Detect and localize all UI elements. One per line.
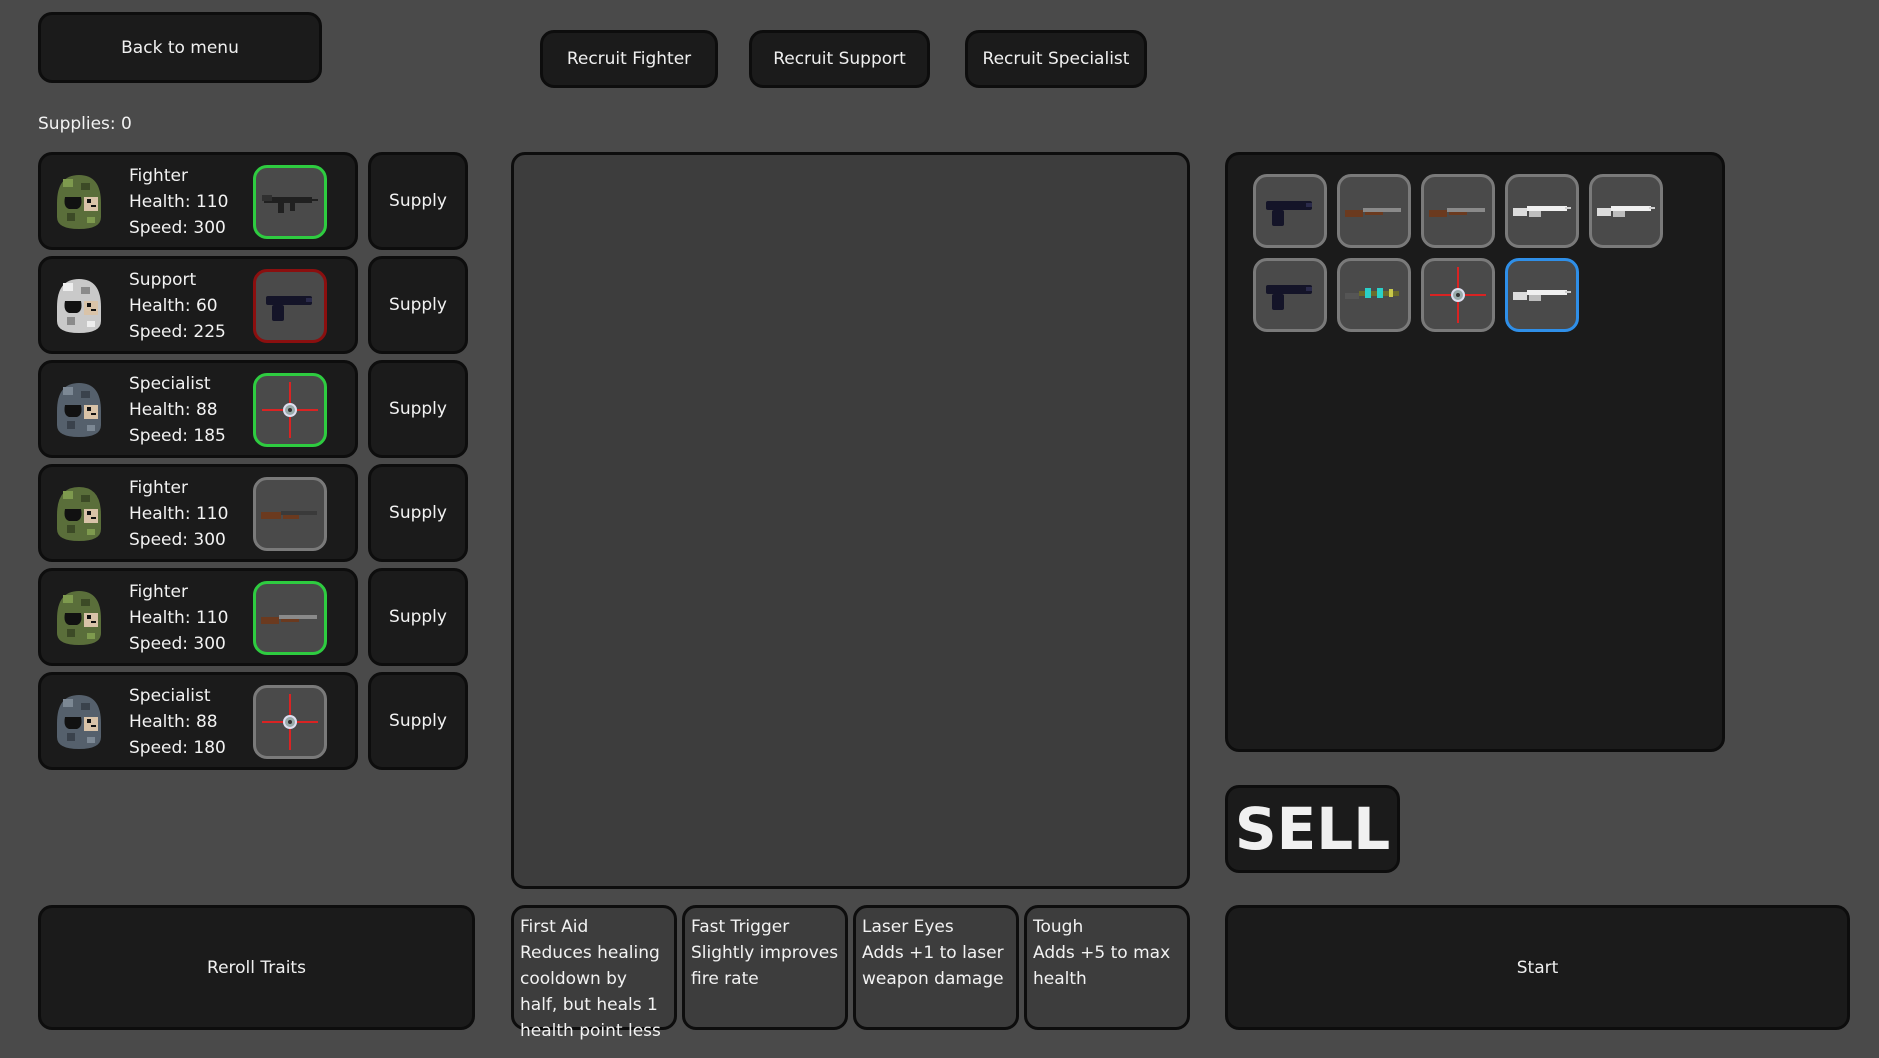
weapon-slot[interactable] <box>253 685 327 759</box>
recruit-fighter-button[interactable]: Recruit Fighter <box>540 30 718 88</box>
shotgun-icon <box>1427 199 1489 223</box>
trait-name: Laser Eyes <box>862 917 954 937</box>
trait-name: Fast Trigger <box>691 917 790 937</box>
pistol-icon <box>262 286 318 326</box>
unit-health: Health: 88 <box>129 712 218 732</box>
laser-rifle-icon <box>1343 282 1405 308</box>
unit-health: Health: 60 <box>129 296 218 316</box>
pistol-icon <box>1262 275 1318 315</box>
trait-name: Tough <box>1033 917 1084 937</box>
preview-panel <box>511 152 1190 889</box>
unit-card[interactable]: Fighter Health: 110 Speed: 300 <box>38 152 358 250</box>
unit-card[interactable]: Fighter Health: 110 Speed: 300 <box>38 464 358 562</box>
supply-button[interactable]: Supply <box>368 464 468 562</box>
pistol-icon <box>1262 191 1318 231</box>
inventory-slot[interactable] <box>1253 258 1327 332</box>
shotgun-icon <box>1343 199 1405 223</box>
trait-card: First Aid Reduces healing cooldown by ha… <box>511 905 677 1041</box>
unit-speed: Speed: 185 <box>129 426 226 446</box>
rifle-icon <box>259 502 321 526</box>
sell-button[interactable]: SELL <box>1225 785 1400 873</box>
unit-stats: Fighter Health: 110 Speed: 300 <box>129 163 228 241</box>
unit-role: Fighter <box>129 582 188 602</box>
recruit-support-button[interactable]: Recruit Support <box>749 30 930 88</box>
supply-button[interactable]: Supply <box>368 360 468 458</box>
shotgun-icon <box>259 606 321 630</box>
unit-stats: Fighter Health: 110 Speed: 300 <box>129 579 228 657</box>
helmet-avatar <box>51 169 105 235</box>
inventory-slot[interactable] <box>1421 174 1495 248</box>
supply-button[interactable]: Supply <box>368 152 468 250</box>
unit-speed: Speed: 300 <box>129 634 226 654</box>
trait-card: Tough Adds +5 to max health <box>1024 905 1190 1030</box>
unit-speed: Speed: 300 <box>129 530 226 550</box>
crosshair-icon <box>260 380 320 440</box>
helmet-avatar <box>51 377 105 443</box>
trait-description: Reduces healing cooldown by half, but he… <box>520 943 661 1041</box>
unit-role: Specialist <box>129 686 211 706</box>
helmet-avatar <box>51 689 105 755</box>
weapon-slot[interactable] <box>253 581 327 655</box>
unit-health: Health: 110 <box>129 192 229 212</box>
trait-description: Adds +5 to max health <box>1033 943 1171 989</box>
recruit-specialist-button[interactable]: Recruit Specialist <box>965 30 1147 88</box>
inventory-slot[interactable] <box>1589 174 1663 248</box>
start-button[interactable]: Start <box>1225 905 1850 1030</box>
crosshair-icon <box>260 692 320 752</box>
unit-speed: Speed: 300 <box>129 218 226 238</box>
inventory-slot[interactable] <box>1421 258 1495 332</box>
trait-name: First Aid <box>520 917 589 937</box>
trait-description: Adds +1 to laser weapon damage <box>862 943 1004 989</box>
unit-health: Health: 88 <box>129 400 218 420</box>
unit-card[interactable]: Specialist Health: 88 Speed: 185 <box>38 360 358 458</box>
trait-card: Fast Trigger Slightly improves fire rate <box>682 905 848 1030</box>
inventory-slot[interactable] <box>1337 258 1411 332</box>
inventory-slot[interactable] <box>1505 258 1579 332</box>
unit-role: Specialist <box>129 374 211 394</box>
silver-rifle-icon <box>1511 282 1573 308</box>
unit-role: Fighter <box>129 166 188 186</box>
inventory-panel <box>1225 152 1725 752</box>
supply-button[interactable]: Supply <box>368 568 468 666</box>
unit-role: Fighter <box>129 478 188 498</box>
smg-icon <box>260 187 320 217</box>
supply-button[interactable]: Supply <box>368 256 468 354</box>
silver-rifle-icon <box>1595 198 1657 224</box>
weapon-slot[interactable] <box>253 165 327 239</box>
unit-speed: Speed: 180 <box>129 738 226 758</box>
trait-card: Laser Eyes Adds +1 to laser weapon damag… <box>853 905 1019 1030</box>
weapon-slot[interactable] <box>253 269 327 343</box>
inventory-slot[interactable] <box>1505 174 1579 248</box>
unit-stats: Fighter Health: 110 Speed: 300 <box>129 475 228 553</box>
unit-stats: Support Health: 60 Speed: 225 <box>129 267 226 345</box>
unit-speed: Speed: 225 <box>129 322 226 342</box>
weapon-slot[interactable] <box>253 373 327 447</box>
unit-role: Support <box>129 270 197 290</box>
weapon-slot[interactable] <box>253 477 327 551</box>
inventory-slot[interactable] <box>1337 174 1411 248</box>
trait-description: Slightly improves fire rate <box>691 943 839 989</box>
reroll-traits-button[interactable]: Reroll Traits <box>38 905 475 1030</box>
unit-stats: Specialist Health: 88 Speed: 180 <box>129 683 226 761</box>
helmet-avatar <box>51 585 105 651</box>
helmet-avatar <box>51 273 105 339</box>
supplies-counter: Supplies: 0 <box>38 114 132 134</box>
helmet-avatar <box>51 481 105 547</box>
back-to-menu-button[interactable]: Back to menu <box>38 12 322 83</box>
unit-health: Health: 110 <box>129 504 229 524</box>
unit-card[interactable]: Specialist Health: 88 Speed: 180 <box>38 672 358 770</box>
crosshair-icon <box>1428 265 1488 325</box>
unit-card[interactable]: Fighter Health: 110 Speed: 300 <box>38 568 358 666</box>
inventory-slot[interactable] <box>1253 174 1327 248</box>
supply-button[interactable]: Supply <box>368 672 468 770</box>
unit-stats: Specialist Health: 88 Speed: 185 <box>129 371 226 449</box>
unit-card[interactable]: Support Health: 60 Speed: 225 <box>38 256 358 354</box>
unit-health: Health: 110 <box>129 608 229 628</box>
silver-rifle-icon <box>1511 198 1573 224</box>
